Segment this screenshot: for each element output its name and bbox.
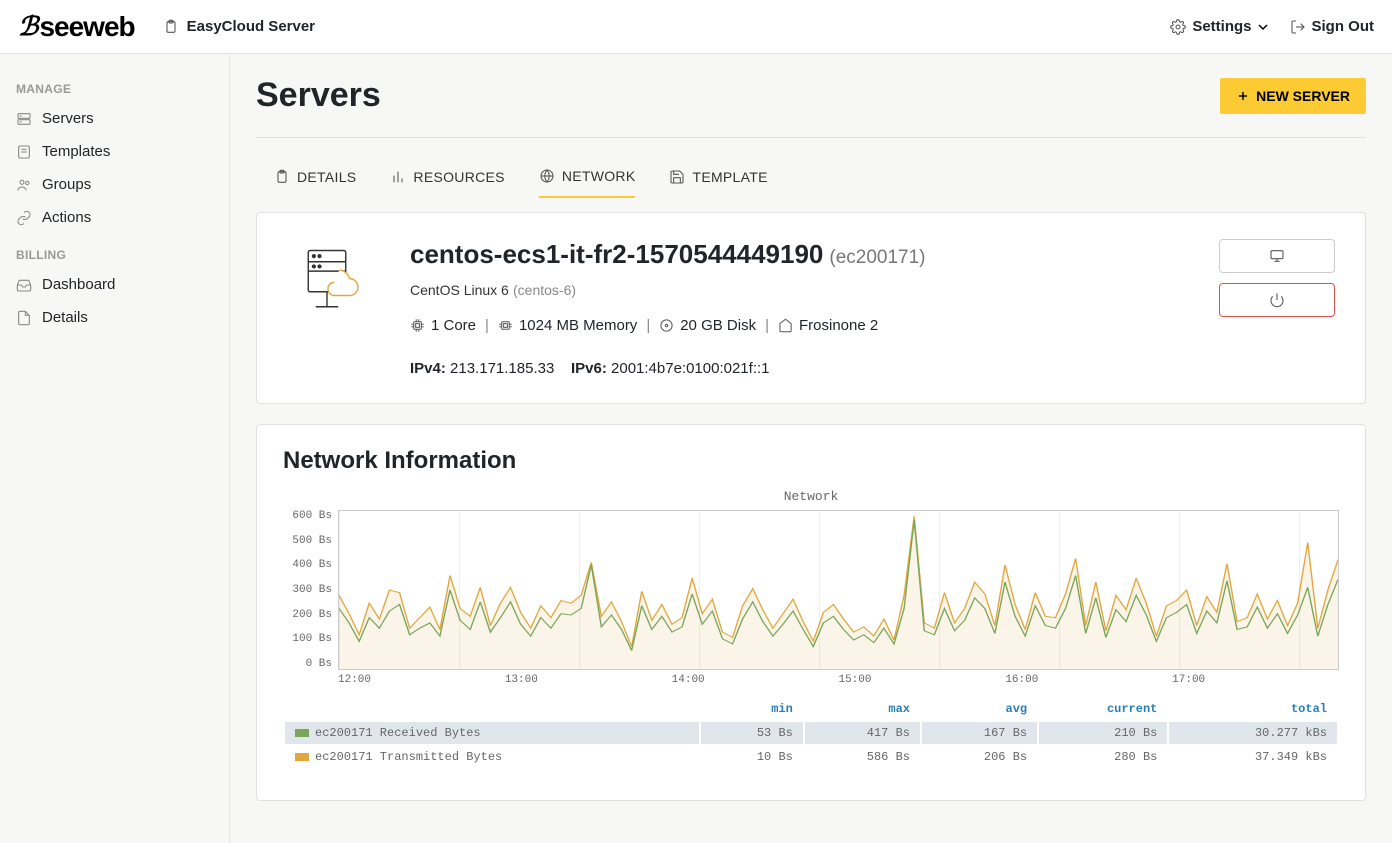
console-button[interactable] <box>1219 239 1335 273</box>
product-name: EasyCloud Server <box>163 18 315 35</box>
sidebar-item-servers[interactable]: Servers <box>10 102 219 135</box>
topbar: ℬseeweb EasyCloud Server Settings Sign O… <box>0 0 1392 54</box>
chart-plot <box>338 510 1339 670</box>
power-icon <box>1269 292 1285 308</box>
sidebar-section-billing: BILLING <box>16 248 213 262</box>
power-button[interactable] <box>1219 283 1335 317</box>
signout-link[interactable]: Sign Out <box>1290 18 1375 35</box>
chart-y-axis: 600 Bs500 Bs400 Bs300 Bs200 Bs100 Bs0 Bs <box>283 510 338 670</box>
signout-icon <box>1290 19 1306 35</box>
template-icon <box>16 144 32 160</box>
monitor-icon <box>1269 248 1285 264</box>
network-card: Network Information Network 600 Bs500 Bs… <box>256 424 1366 801</box>
network-chart: Network 600 Bs500 Bs400 Bs300 Bs200 Bs10… <box>283 489 1339 770</box>
cpu-icon <box>410 318 425 333</box>
save-icon <box>669 169 685 185</box>
bars-icon <box>390 169 406 185</box>
network-title: Network Information <box>283 447 1339 475</box>
tab-details[interactable]: DETAILS <box>274 156 356 198</box>
legend-table: minmaxavgcurrenttotal ec200171 Received … <box>283 696 1339 770</box>
tab-network[interactable]: NETWORK <box>539 156 636 198</box>
server-id: (ec200171) <box>829 247 925 268</box>
page-title: Servers <box>256 76 381 115</box>
new-server-button[interactable]: NEW SERVER <box>1220 78 1366 114</box>
gear-icon <box>1170 19 1186 35</box>
caret-down-icon <box>1258 22 1268 32</box>
globe-icon <box>539 168 555 184</box>
sidebar-item-groups[interactable]: Groups <box>10 168 219 201</box>
group-icon <box>16 177 32 193</box>
settings-link[interactable]: Settings <box>1170 18 1267 35</box>
server-os: CentOS Linux 6 (centos-6) <box>410 282 1191 299</box>
sidebar-section-manage: MANAGE <box>16 82 213 96</box>
clipboard-icon <box>274 169 290 185</box>
tab-template[interactable]: TEMPLATE <box>669 156 767 198</box>
sidebar: MANAGE Servers Templates Groups Actions … <box>0 54 230 843</box>
sidebar-item-details[interactable]: Details <box>10 301 219 334</box>
link-icon <box>16 210 32 226</box>
sidebar-item-actions[interactable]: Actions <box>10 201 219 234</box>
sidebar-item-templates[interactable]: Templates <box>10 135 219 168</box>
location-icon <box>778 318 793 333</box>
disk-icon <box>659 318 674 333</box>
file-icon <box>16 310 32 326</box>
chart-x-axis: 12:0013:0014:0015:0016:0017:00 <box>338 674 1339 686</box>
tab-resources[interactable]: RESOURCES <box>390 156 504 198</box>
server-name: centos-ecs1-it-fr2-1570544449190 <box>410 239 823 269</box>
inbox-icon <box>16 277 32 293</box>
memory-icon <box>498 318 513 333</box>
server-illustration <box>287 239 382 377</box>
tabs: DETAILS RESOURCES NETWORK TEMPLATE <box>256 156 1366 198</box>
server-ips: IPv4: 213.171.185.33 IPv6: 2001:4b7e:010… <box>410 360 1191 377</box>
plus-icon <box>1236 89 1250 103</box>
logo[interactable]: ℬseeweb <box>18 11 135 43</box>
server-specs: 1 Core| 1024 MB Memory| 20 GB Disk| Fros… <box>410 317 1191 334</box>
clipboard-icon <box>163 19 179 35</box>
sidebar-item-dashboard[interactable]: Dashboard <box>10 268 219 301</box>
main-content: Servers NEW SERVER DETAILS RESOURCES NET… <box>230 54 1392 843</box>
server-icon <box>16 111 32 127</box>
server-card: centos-ecs1-it-fr2-1570544449190 (ec20017… <box>256 212 1366 404</box>
